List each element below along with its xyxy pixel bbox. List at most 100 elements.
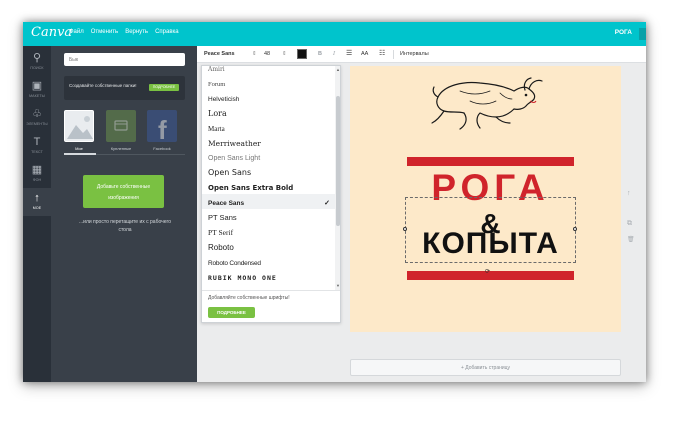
svg-text:f: f (158, 115, 167, 142)
rail-item-search[interactable]: ⚲ ПОИСК (23, 48, 51, 76)
font-list: Amiri Forum Helveticish Lora Marta Merriweath… (202, 66, 335, 290)
tool-rail: ⚲ ПОИСК ▣ МАКЕТЫ ♧ ЭЛЕМЕНТЫ T ТЕКСТ ▦ ФО… (23, 46, 51, 382)
text-icon: T (33, 136, 41, 148)
list-icon[interactable]: ☷ (379, 49, 385, 57)
font-option-label: Open Sans Extra Bold (208, 184, 294, 193)
italic-button[interactable]: I (333, 51, 335, 57)
delete-icon[interactable]: 🗑 (627, 236, 635, 243)
font-option[interactable]: Lora (202, 105, 335, 120)
canva-logo[interactable]: Canva (31, 25, 72, 40)
layouts-icon: ▣ (31, 80, 43, 92)
source-label-mine: Мое (75, 146, 83, 151)
font-option[interactable]: Roboto Condensed (202, 254, 335, 269)
font-option-label: Open Sans (208, 168, 252, 178)
add-page-button[interactable]: + Добавить страницу (350, 359, 621, 376)
fonts-learn-more-button[interactable]: ПОДРОБНЕЕ (208, 307, 255, 318)
upload-images-button[interactable]: Добавьте собственные изображения (83, 175, 164, 208)
text-selection-box[interactable] (405, 197, 576, 263)
top-red-bar (407, 157, 574, 166)
font-option[interactable]: Peace Sans ✓ (202, 194, 335, 210)
dropdown-divider (202, 290, 340, 291)
drag-drop-hint: ...или просто перетащите их с рабочего с… (79, 219, 171, 233)
active-tab-indicator (64, 153, 96, 155)
font-option[interactable]: Forum (202, 75, 335, 90)
facebook-icon: f (158, 115, 167, 142)
font-option-label: Peace Sans (208, 200, 245, 208)
font-list-scroll-thumb[interactable] (336, 96, 340, 226)
bold-button[interactable]: B (318, 51, 322, 57)
source-label-facebook: Facebook (153, 146, 171, 151)
font-option[interactable]: Amiri (202, 66, 335, 75)
scroll-up-icon[interactable]: ▲ (336, 67, 340, 72)
font-option[interactable]: Open Sans (202, 164, 335, 179)
uppercase-button[interactable]: AA (361, 51, 368, 57)
rail-label: ТЕКСТ (31, 150, 43, 154)
background-icon: ▦ (31, 164, 43, 176)
folders-learn-more-button[interactable]: ПОДРОБНЕЕ (149, 84, 179, 91)
bull-illustration[interactable] (430, 73, 545, 133)
copy-icon[interactable]: ⧉ (627, 220, 632, 228)
font-option[interactable]: PT Serif (202, 224, 335, 239)
font-option-label: PT Sans (208, 213, 237, 222)
font-option-label: Amiri (208, 66, 225, 73)
rotate-handle-icon[interactable]: ⟳ (485, 268, 490, 275)
font-option[interactable]: Helveticish (202, 90, 335, 105)
align-icon[interactable]: ☰ (346, 49, 352, 57)
menu-help[interactable]: Справка (155, 29, 179, 35)
rail-item-layouts[interactable]: ▣ МАКЕТЫ (23, 76, 51, 104)
font-option[interactable]: Marta (202, 120, 335, 135)
folders-promo: Создавайте собственные папки! ПОДРОБНЕЕ (64, 76, 185, 100)
menu-file[interactable]: Файл (69, 29, 84, 35)
rail-item-elements[interactable]: ♧ ЭЛЕМЕНТЫ (23, 104, 51, 132)
resize-handle-right[interactable] (573, 227, 577, 231)
size-select-caret-icon: ⇕ (282, 51, 287, 57)
resize-handle-left[interactable] (403, 227, 407, 231)
font-option[interactable]: Open Sans Extra Bold (202, 179, 335, 194)
main-menu: Файл Отменить Вернуть Справка (69, 29, 179, 35)
font-family-select[interactable]: Peace Sans (204, 51, 235, 57)
font-option-label: Roboto Condensed (208, 259, 261, 267)
bottom-red-bar (407, 271, 574, 280)
text-color-swatch[interactable] (297, 49, 307, 59)
scroll-down-icon[interactable]: ▼ (336, 283, 340, 288)
search-input[interactable]: Бык (64, 53, 185, 66)
rail-item-uploads[interactable]: ↑ МОЕ (23, 188, 51, 216)
rail-label: МОЕ (32, 206, 42, 210)
font-option[interactable]: Roboto (202, 239, 335, 254)
toolbar-divider (393, 50, 394, 59)
rail-item-background[interactable]: ▦ ФОН (23, 160, 51, 188)
font-option-label: PT Serif (208, 227, 234, 237)
top-bar: Canva Файл Отменить Вернуть Справка РОГА (23, 22, 646, 46)
menu-undo[interactable]: Отменить (91, 29, 118, 35)
font-dropdown: Amiri Forum Helveticish Lora Marta Merriweath… (201, 65, 341, 323)
source-tab-purchased[interactable] (106, 110, 136, 142)
spacing-button[interactable]: Интервалы (400, 51, 429, 57)
source-tab-mine[interactable] (64, 110, 94, 142)
font-select-caret-icon: ⇕ (252, 51, 257, 57)
font-option[interactable]: PT Sans (202, 209, 335, 224)
upload-icon: ↑ (34, 192, 40, 204)
share-button[interactable] (639, 28, 646, 40)
move-up-icon[interactable]: ↑ (627, 190, 631, 197)
font-option-label: Merriweather (208, 138, 261, 148)
custom-fonts-text: Добавляйте собственные шрифты! (208, 295, 290, 301)
design-page[interactable]: РОГА & КОПЫТА ⟳ (350, 66, 621, 332)
source-label-purchased: Купленные (110, 146, 132, 151)
source-tab-facebook[interactable]: f (147, 110, 177, 142)
rail-label: ЭЛЕМЕНТЫ (26, 122, 48, 126)
font-option[interactable]: Merriweather (202, 135, 335, 150)
font-size-select[interactable]: 48 (264, 51, 270, 57)
menu-redo[interactable]: Вернуть (125, 29, 148, 35)
font-option-label: Open Sans Light (208, 155, 261, 163)
design-artwork: РОГА & КОПЫТА ⟳ (350, 66, 621, 332)
image-placeholder-icon (65, 111, 93, 141)
font-option-label: Helveticish (208, 95, 240, 103)
rail-item-text[interactable]: T ТЕКСТ (23, 132, 51, 160)
canva-window: Canva Файл Отменить Вернуть Справка РОГА… (23, 22, 646, 382)
font-option[interactable]: Open Sans Light (202, 149, 335, 164)
document-title[interactable]: РОГА (615, 29, 632, 36)
font-option-label: Roboto (208, 242, 234, 252)
font-option[interactable]: RUBIK MONO ONE (202, 269, 335, 284)
font-option-label: Marta (208, 124, 225, 133)
uploads-panel: Бык Создавайте собственные папки! ПОДРОБ… (51, 46, 197, 382)
